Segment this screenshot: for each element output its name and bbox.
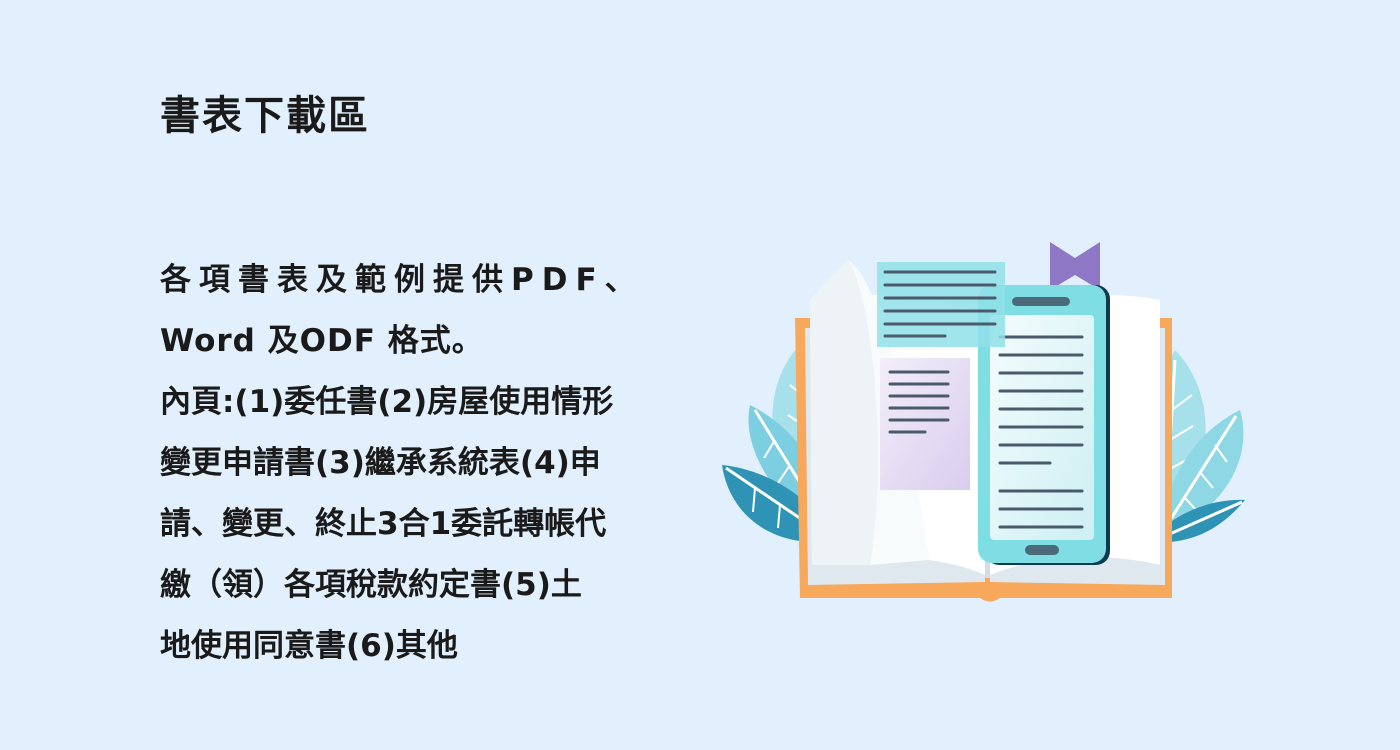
page-title: 書表下載區 bbox=[160, 93, 370, 139]
description-line: Word 及ODF 格式。 bbox=[160, 323, 484, 359]
description-line: 繳（領）各項稅款約定書(5)土 bbox=[160, 567, 582, 603]
description-line: 請、變更、終止3合1委託轉帳代 bbox=[160, 506, 607, 542]
open-book-with-phone-icon bbox=[720, 230, 1260, 610]
doc-card-purple bbox=[880, 358, 970, 490]
description-line: 地使用同意書(6)其他 bbox=[160, 628, 458, 664]
description-line: 各項書表及範例提供PDF、 bbox=[160, 262, 644, 298]
description-line: 內頁:(1)委任書(2)房屋使用情形 bbox=[160, 384, 614, 420]
description: 各項書表及範例提供PDF、 Word 及ODF 格式。 內頁:(1)委任書(2)… bbox=[160, 250, 720, 677]
doc-card-cyan bbox=[877, 262, 1005, 347]
description-line: 變更申請書(3)繼承系統表(4)申 bbox=[160, 445, 601, 481]
